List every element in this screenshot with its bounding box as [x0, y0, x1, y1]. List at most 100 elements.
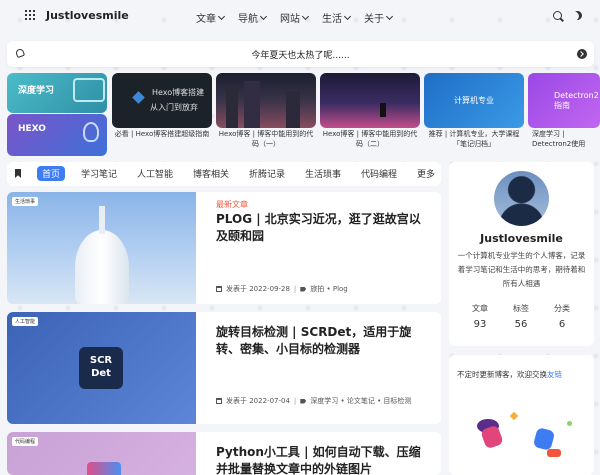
post-thumbnail: Hexo博客搭建 从入门到放弃	[112, 73, 212, 128]
illustration-figure	[532, 427, 556, 451]
post-title: 推荐 | 计算机专业，大学课程「笔记归档」	[428, 130, 520, 148]
notice-bar: 今年夏天也太热了呢......	[7, 41, 594, 67]
article-card[interactable]: SCR Det 人工智能 旋转目标检测 | SCRDet，适用于旋转、密集、小目…	[7, 312, 441, 424]
menu-item-life[interactable]: 生活	[322, 10, 352, 25]
tab-more[interactable]: 更多	[417, 167, 435, 180]
post-thumbnail	[320, 73, 420, 128]
stat-value: 93	[473, 319, 487, 330]
thumb-text: Hexo博客搭建	[152, 88, 205, 97]
article-title[interactable]: PLOG | 北京实习近况，逛了逛故宫以及颐和园	[216, 211, 426, 245]
chevron-down-icon	[259, 12, 268, 20]
menu-label: 生活	[322, 14, 342, 25]
featured-post[interactable]: Hexo博客 | 博客中能用到的代码（一）	[216, 73, 316, 155]
stat-tags[interactable]: 标签 56	[501, 303, 541, 330]
menu-item-sites[interactable]: 网站	[280, 10, 310, 25]
sparkle-icon	[567, 421, 572, 426]
featured-post[interactable]: Hexo博客搭建 从入门到放弃 必看 | Hexo博客搭建超级指南	[112, 73, 212, 155]
tab-tinkering[interactable]: 折腾记录	[249, 167, 285, 180]
thumb-text: 计算机专业	[454, 96, 494, 105]
thumb-text: Detectron2指南	[554, 91, 599, 110]
menu-label: 关于	[364, 14, 384, 25]
article-meta: 发表于 2022-07-04 | 深度学习 • 论文笔记 • 目标检测	[216, 396, 411, 406]
tab-coding[interactable]: 代码编程	[361, 167, 397, 180]
chevron-down-icon	[385, 12, 394, 20]
stat-label: 文章	[472, 304, 488, 313]
article-tag: 人工智能	[12, 317, 39, 326]
search-icon[interactable]	[553, 11, 562, 20]
friend-link[interactable]: 友链	[547, 370, 562, 379]
tab-blog[interactable]: 博客相关	[193, 167, 229, 180]
dark-mode-icon[interactable]	[571, 9, 583, 21]
post-title: 深度学习 | Detectron2使用	[532, 130, 586, 148]
figure-silhouette	[380, 103, 386, 117]
article-meta: 发表于 2022-09-28 | 旅拍 • Plog	[216, 284, 348, 294]
post-thumbnail: Detectron2指南	[528, 73, 600, 128]
stat-categories[interactable]: 分类 6	[542, 303, 582, 330]
article-categories[interactable]: 深度学习 • 论文笔记 • 目标检测	[310, 396, 411, 406]
article-card[interactable]: 生活琐事 最新文章 PLOG | 北京实习近况，逛了逛故宫以及颐和园 发表于 2…	[7, 192, 441, 304]
calendar-icon	[216, 286, 222, 292]
featured-post[interactable]: 计算机专业 推荐 | 计算机专业，大学课程「笔记归档」	[424, 73, 524, 155]
article-date: 发表于 2022-09-28	[226, 285, 290, 293]
stat-articles[interactable]: 文章 93	[460, 303, 500, 330]
tag-icon	[300, 286, 307, 292]
chevron-down-icon	[301, 12, 310, 20]
stat-label: 分类	[554, 304, 570, 313]
friend-link-card: 不定时更新博客，欢迎交换友链	[449, 355, 594, 475]
tag-icon	[300, 398, 307, 404]
article-card[interactable]: 代码编程 Python小工具 | 如何自动下载、压缩并批量替换文章中的外链图片	[7, 432, 441, 475]
illustration-figure	[547, 449, 561, 457]
profile-bio: 一个计算机专业学生的个人博客，记录着学习笔记和生活中的思考，期待着和所有人相遇	[457, 251, 586, 288]
calendar-icon	[216, 398, 222, 404]
post-title: Hexo博客 | 博客中能用到的代码（二）	[322, 130, 418, 148]
menu-label: 导航	[238, 14, 258, 25]
post-thumbnail	[216, 73, 316, 128]
article-date: 发表于 2022-07-04	[226, 397, 290, 405]
article-title[interactable]: 旋转目标检测 | SCRDet，适用于旋转、密集、小目标的检测器	[216, 324, 426, 358]
menu-label: 文章	[196, 14, 216, 25]
thumb-text: 从入门到放弃	[150, 103, 198, 112]
grid-menu-icon[interactable]	[25, 10, 35, 20]
city-building	[286, 91, 300, 128]
white-pagoda	[75, 230, 129, 304]
menu-item-navigation[interactable]: 导航	[238, 10, 268, 25]
article-thumbnail: SCR Det 人工智能	[7, 312, 196, 424]
tab-home[interactable]: 首页	[37, 166, 66, 181]
menu-label: 网站	[280, 14, 300, 25]
tab-life[interactable]: 生活琐事	[305, 167, 341, 180]
stat-value: 56	[514, 319, 528, 330]
scrdet-logo: SCR Det	[79, 347, 123, 389]
friend-text-body: 不定时更新博客，欢迎交换	[457, 370, 547, 379]
article-categories[interactable]: 旅拍 • Plog	[310, 284, 347, 294]
post-title: 必看 | Hexo博客搭建超级指南	[114, 130, 210, 138]
main-menu: 文章 导航 网站 生活 关于	[196, 10, 394, 25]
menu-item-articles[interactable]: 文章	[196, 10, 226, 25]
city-building	[226, 88, 238, 128]
top-nav: Justlovesmile 文章 导航 网站 生活 关于	[0, 0, 600, 34]
avatar[interactable]	[494, 171, 549, 226]
article-thumbnail: 代码编程	[7, 432, 196, 475]
featured-post[interactable]: Detectron2指南 深度学习 | Detectron2使用	[528, 73, 600, 155]
tab-study-notes[interactable]: 学习笔记	[81, 167, 117, 180]
post-title: Hexo博客 | 博客中能用到的代码（一）	[218, 130, 314, 148]
chevron-down-icon	[217, 12, 226, 20]
lightbulb-icon	[83, 122, 99, 142]
city-building	[244, 81, 260, 128]
article-thumbnail: 生活琐事	[7, 192, 196, 304]
latest-badge: 最新文章	[216, 200, 248, 209]
hexo-logo-icon	[132, 91, 145, 104]
site-brand[interactable]: Justlovesmile	[46, 9, 129, 22]
tab-ai[interactable]: 人工智能	[137, 167, 173, 180]
bookmark-icon	[15, 169, 21, 178]
category-card-deep-learning[interactable]: 深度学习	[7, 73, 107, 113]
category-label: HEXO	[18, 124, 46, 134]
friend-text: 不定时更新博客，欢迎交换友链	[457, 369, 562, 380]
notice-text[interactable]: 今年夏天也太热了呢......	[7, 48, 594, 61]
menu-item-about[interactable]: 关于	[364, 10, 394, 25]
category-card-hexo[interactable]: HEXO	[7, 114, 107, 156]
illustration-figure	[480, 424, 504, 450]
category-tabs: 首页 学习笔记 人工智能 博客相关 折腾记录 生活琐事 代码编程 更多	[7, 162, 441, 186]
arrow-right-icon[interactable]	[577, 49, 587, 59]
article-title[interactable]: Python小工具 | 如何自动下载、压缩并批量替换文章中的外链图片	[216, 444, 426, 475]
featured-post[interactable]: Hexo博客 | 博客中能用到的代码（二）	[320, 73, 420, 155]
